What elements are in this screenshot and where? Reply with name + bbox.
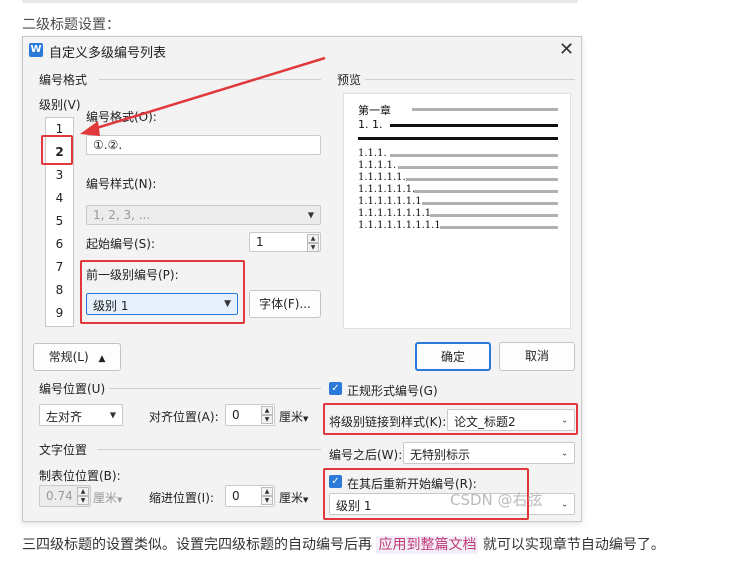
footer-text: 三四级标题的设置类似。设置完四级标题的自动编号后再 (22, 537, 372, 553)
arrow-line (89, 56, 326, 132)
apply-to-document-link[interactable]: 应用到整篇文档 (376, 536, 479, 554)
red-arrow-annotation (80, 56, 326, 136)
footer-text-end: 就可以实现章节自动编号了。 (482, 537, 665, 553)
arrow-head-icon (80, 121, 100, 136)
footer-paragraph: 三四级标题的设置类似。设置完四级标题的自动编号后再 应用到整篇文档 就可以实现章… (22, 534, 665, 554)
